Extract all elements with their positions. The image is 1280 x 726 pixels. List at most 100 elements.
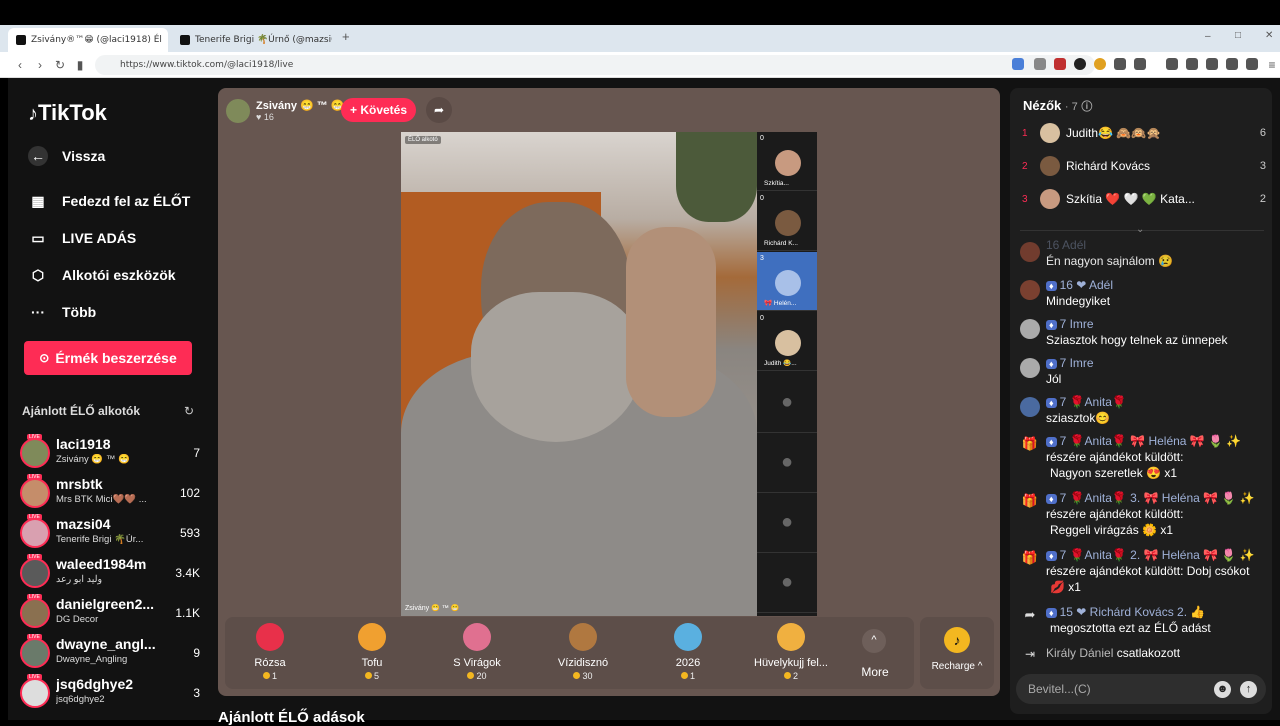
chat-header-text: 7 🌹Anita🌹 3. 🎀 Heléna 🎀 🌷 ✨ [1059, 491, 1255, 505]
share-icon[interactable]: ➦ [426, 97, 452, 123]
guest-name: Richárd K... [764, 240, 798, 247]
guest-slot[interactable]: 3 🎀 Helén... [757, 252, 817, 311]
empty-guest-slot[interactable]: ● [757, 494, 817, 553]
empty-guest-slot[interactable]: ● [757, 554, 817, 613]
info-icon[interactable]: ⓘ [1081, 101, 1092, 113]
more-gifts-button[interactable]: More [853, 665, 897, 679]
chat-message: 16 Adél Én nagyon sajnálom 😢 [1020, 238, 1268, 270]
follow-button[interactable]: + Követés [341, 98, 416, 122]
chat-header-text: 7 Imre [1059, 356, 1094, 370]
chat-header-text: Király Dániel [1046, 646, 1114, 660]
creator-item[interactable]: LIVE waleed1984m وليد ابو رعد 3.4K [20, 554, 200, 592]
nav-label: LIVE ADÁS [62, 230, 137, 246]
extension-icon[interactable] [1074, 58, 1086, 70]
creator-name: danielgreen2... [56, 596, 155, 612]
live-video[interactable]: ÉLŐ alkotó Zsivány 😁 ™ 😁 [401, 132, 757, 616]
avatar [20, 638, 50, 668]
coin-icon [262, 672, 270, 679]
bookmark-icon[interactable]: ▮ [72, 57, 88, 73]
top-viewer-row[interactable]: 3 Szkítia ❤️ 🤍 💚 Kata... 2 [1022, 188, 1266, 210]
extension-icon[interactable] [1094, 58, 1106, 70]
video-bg-plant [676, 132, 757, 222]
shield-icon[interactable] [1246, 58, 1258, 70]
creator-item[interactable]: LIVE danielgreen2... DG Decor 1.1K [20, 594, 200, 632]
logo-text: TikTok [38, 100, 107, 125]
creator-item[interactable]: LIVE laci1918 Zsivány 😁 ™ 😁 7 [20, 434, 200, 472]
recharge-button[interactable]: ♪ Recharge ^ [920, 617, 994, 689]
music-icon[interactable] [1166, 58, 1178, 70]
extension-icon[interactable] [1034, 58, 1046, 70]
creator-sub: DG Decor [56, 614, 99, 625]
host-name[interactable]: Zsivány 😁 ™ 😁 [256, 99, 345, 112]
chat-text: részére ajándékot küldött: [1046, 507, 1184, 521]
send-icon[interactable]: ↑ [1240, 681, 1257, 698]
guest-slot[interactable]: 0 Judith 😂... [757, 312, 817, 371]
creator-item[interactable]: LIVE mazsi04 Tenerife Brigi 🌴Úr... 593 [20, 514, 200, 552]
nav-creator-tools[interactable]: ⬡ Alkotói eszközök [28, 265, 176, 285]
nav-more[interactable]: ··· Több [28, 302, 96, 322]
tab-inactive[interactable]: Tenerife Brigi 🌴Úrnő (@mazsi04) É [172, 28, 332, 52]
creator-item[interactable]: LIVE jsq6dghye2 jsq6dghye2 3 [20, 674, 200, 712]
2026-gift-icon [674, 623, 702, 651]
creator-item[interactable]: LIVE dwayne_angl... Dwayne_Angling 9 [20, 634, 200, 672]
creator-item[interactable]: LIVE mrsbtk Mrs BTK Mici🤎🤎 ... 102 [20, 474, 200, 512]
top-viewer-row[interactable]: 2 Richárd Kovács 3 [1022, 155, 1266, 177]
sidebar-icon[interactable] [1186, 58, 1198, 70]
reload-icon[interactable]: ↻ [52, 57, 68, 73]
empty-guest-slot[interactable]: ● [757, 434, 817, 493]
get-coins-button[interactable]: ⊙ Érmék beszerzése [24, 341, 192, 375]
new-tab-button[interactable]: + [342, 29, 350, 44]
emoji-icon[interactable]: ☻ [1214, 681, 1231, 698]
nav-explore-live[interactable]: ▦ Fedezd fel az ÉLŐT [28, 191, 190, 211]
forward-icon[interactable]: › [32, 57, 48, 73]
gift-item[interactable]: S Virágok 20 [432, 623, 522, 681]
close-window-button[interactable]: ✕ [1265, 30, 1273, 41]
chat-text: sziasztok😊 [1046, 411, 1111, 425]
extension-icon[interactable] [1134, 58, 1146, 70]
host-avatar[interactable] [226, 99, 250, 123]
menu-icon[interactable]: ≡ [1264, 57, 1280, 73]
avatar [1020, 319, 1040, 339]
expand-chevron-icon[interactable]: ⌄ [1136, 224, 1144, 235]
download-icon[interactable] [1226, 58, 1238, 70]
tab-active[interactable]: Zsivány®™😁 (@laci1918) Él [8, 28, 168, 52]
gift-item[interactable]: Tofu 5 [327, 623, 417, 681]
extension-icon[interactable] [1054, 58, 1066, 70]
gift-item[interactable]: Rózsa 1 [225, 623, 315, 681]
avatar [20, 518, 50, 548]
chat-message: ♦ 16 ❤ Adél Mindegyiket [1020, 278, 1268, 314]
extension-icon[interactable] [1012, 58, 1024, 70]
viewer-name: Szkítia ❤️ 🤍 💚 Kata... [1066, 192, 1195, 206]
guest-slot[interactable]: 0 Szkítia... [757, 132, 817, 191]
maximize-button[interactable]: □ [1235, 30, 1241, 41]
refresh-icon[interactable]: ↻ [184, 404, 194, 418]
chat-header-text: 16 Adél [1046, 238, 1087, 252]
tiktok-logo[interactable]: ♪TikTok [28, 100, 107, 126]
avatar [1020, 280, 1040, 300]
empty-guest-slot[interactable]: ● [757, 374, 817, 433]
top-viewer-row[interactable]: 1 Judith😂 🙈🙉🙊 6 [1022, 122, 1266, 144]
url-input[interactable]: https://www.tiktok.com/@laci1918/live [95, 55, 1095, 75]
gift-item[interactable]: Hüvelykujj fel... 2 [746, 623, 836, 681]
avatar [1020, 242, 1040, 262]
gift-item[interactable]: 2026 1 [643, 623, 733, 681]
chevron-up-icon[interactable]: ^ [862, 629, 886, 653]
wallet-icon[interactable] [1206, 58, 1218, 70]
guest-slot[interactable]: 0 Richárd K... [757, 192, 817, 251]
extension-icon[interactable] [1114, 58, 1126, 70]
viewers-count: · 7 [1064, 101, 1078, 113]
chat-text-gift: Nagyon szeretlek 😍 x1 [1050, 466, 1177, 480]
chat-header-text: 7 🌹Anita🌹 [1059, 395, 1127, 409]
gift-item[interactable]: Vízidisznó 30 [538, 623, 628, 681]
gift-price: 5 [327, 671, 417, 681]
nav-back[interactable]: ← Vissza [28, 146, 105, 166]
live-badge: LIVE [27, 594, 42, 600]
minimize-button[interactable]: – [1205, 31, 1211, 42]
gift-message: 🎁 ♦ 7 🌹Anita🌹 3. 🎀 Heléna 🎀 🌷 ✨ részére a… [1020, 491, 1268, 545]
nav-live-broadcast[interactable]: ▭ LIVE ADÁS [28, 228, 136, 248]
live-badge: LIVE [27, 554, 42, 560]
level-badge: ♦ [1046, 608, 1057, 618]
back-icon[interactable]: ‹ [12, 57, 28, 73]
viewer-score: 3 [1259, 160, 1266, 172]
creator-sub: وليد ابو رعد [56, 574, 103, 585]
